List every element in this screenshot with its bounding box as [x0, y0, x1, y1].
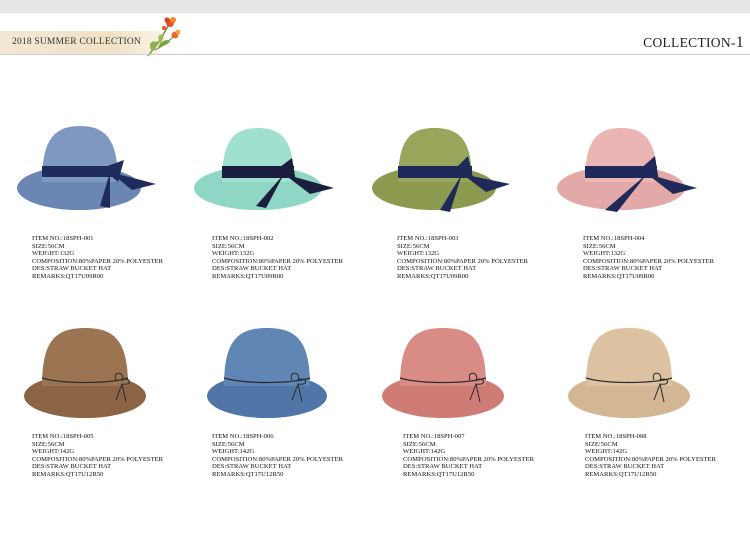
item-remarks: REMARKS:QT17U12R50 — [403, 470, 475, 478]
item-size: SIZE:56CM — [403, 440, 436, 448]
item-description: DES:STRAW BUCKET HAT — [32, 463, 112, 471]
collection-label: COLLECTION- — [643, 35, 736, 50]
hat-image-6 — [207, 328, 327, 418]
product-info-2: ITEM NO.:18SPH-002 SIZE:56CM WEIGHT:132G… — [212, 235, 343, 281]
item-size: SIZE:56CM — [583, 242, 616, 250]
item-composition: COMPOSITION:80%PAPER 20% POLYESTER — [32, 455, 163, 463]
hat-image-5 — [24, 328, 146, 418]
item-number: ITEM NO.:18SPH-008 — [585, 433, 647, 440]
item-remarks: REMARKS:QT17U09R00 — [32, 272, 104, 280]
item-description: DES:STRAW BUCKET HAT — [403, 463, 483, 471]
item-composition: COMPOSITION:80%PAPER 20% POLYESTER — [212, 257, 343, 265]
banner-title: 2018 SUMMER COLLECTION — [12, 37, 141, 47]
item-description: DES:STRAW BUCKET HAT — [32, 265, 112, 273]
product-info-5: ITEM NO.:18SPH-005 SIZE:56CM WEIGHT:142G… — [32, 433, 163, 479]
item-weight: WEIGHT:142G — [403, 448, 446, 456]
item-weight: WEIGHT:142G — [32, 448, 75, 456]
item-number: ITEM NO.:18SPH-003 — [397, 235, 459, 242]
product-info-3: ITEM NO.:18SPH-003 SIZE:56CM WEIGHT:132G… — [397, 235, 528, 281]
item-description: DES:STRAW BUCKET HAT — [585, 463, 665, 471]
item-size: SIZE:56CM — [212, 440, 245, 448]
product-info-1: ITEM NO.:18SPH-001 SIZE:56CM WEIGHT:132G… — [32, 235, 163, 281]
flower-logo-icon — [147, 17, 181, 57]
item-composition: COMPOSITION:80%PAPER 20% POLYESTER — [397, 257, 528, 265]
item-composition: COMPOSITION:80%PAPER 20% POLYESTER — [403, 455, 534, 463]
item-size: SIZE:56CM — [212, 242, 245, 250]
product-info-4: ITEM NO.:18SPH-004 SIZE:56CM WEIGHT:132G… — [583, 235, 714, 281]
item-size: SIZE:56CM — [32, 440, 65, 448]
item-weight: WEIGHT:132G — [397, 250, 440, 258]
item-weight: WEIGHT:132G — [212, 250, 255, 258]
header-divider — [0, 54, 750, 55]
hat-image-8 — [568, 328, 690, 418]
item-composition: COMPOSITION:80%PAPER 20% POLYESTER — [32, 257, 163, 265]
item-number: ITEM NO.:18SPH-007 — [403, 433, 465, 440]
item-remarks: REMARKS:QT17U09R00 — [583, 272, 655, 280]
hat-image-2 — [194, 128, 334, 210]
item-number: ITEM NO.:18SPH-002 — [212, 235, 274, 242]
item-description: DES:STRAW BUCKET HAT — [212, 265, 292, 273]
item-description: DES:STRAW BUCKET HAT — [212, 463, 292, 471]
collection-title: COLLECTION-1 — [643, 34, 744, 52]
item-remarks: REMARKS:QT17U09R00 — [212, 272, 284, 280]
item-size: SIZE:56CM — [585, 440, 618, 448]
item-weight: WEIGHT:142G — [585, 448, 628, 456]
item-weight: WEIGHT:132G — [32, 250, 75, 258]
item-weight: WEIGHT:132G — [583, 250, 626, 258]
item-remarks: REMARKS:QT17U09R00 — [397, 272, 469, 280]
collection-number: 1 — [735, 34, 744, 51]
hat-image-7 — [382, 328, 504, 418]
item-number: ITEM NO.:18SPH-006 — [212, 433, 274, 440]
item-description: DES:STRAW BUCKET HAT — [583, 265, 663, 273]
hat-image-4 — [557, 128, 697, 212]
item-weight: WEIGHT:142G — [212, 448, 255, 456]
item-remarks: REMARKS:QT17U12R50 — [585, 470, 657, 478]
item-description: DES:STRAW BUCKET HAT — [397, 265, 477, 273]
item-number: ITEM NO.:18SPH-005 — [32, 433, 94, 440]
hat-image-3 — [372, 128, 510, 212]
hat-image-1 — [17, 126, 156, 210]
item-remarks: REMARKS:QT17U12R50 — [32, 470, 104, 478]
top-bar — [0, 0, 750, 13]
item-number: ITEM NO.:18SPH-001 — [32, 235, 94, 242]
item-composition: COMPOSITION:80%PAPER 20% POLYESTER — [212, 455, 343, 463]
item-size: SIZE:56CM — [397, 242, 430, 250]
item-remarks: REMARKS:QT17U12R50 — [212, 470, 284, 478]
product-info-6: ITEM NO.:18SPH-006 SIZE:56CM WEIGHT:142G… — [212, 433, 343, 479]
product-info-8: ITEM NO.:18SPH-008 SIZE:56CM WEIGHT:142G… — [585, 433, 716, 479]
item-composition: COMPOSITION:80%PAPER 20% POLYESTER — [585, 455, 716, 463]
product-info-7: ITEM NO.:18SPH-007 SIZE:56CM WEIGHT:142G… — [403, 433, 534, 479]
item-number: ITEM NO.:18SPH-004 — [583, 235, 645, 242]
item-size: SIZE:56CM — [32, 242, 65, 250]
item-composition: COMPOSITION:80%PAPER 20% POLYESTER — [583, 257, 714, 265]
